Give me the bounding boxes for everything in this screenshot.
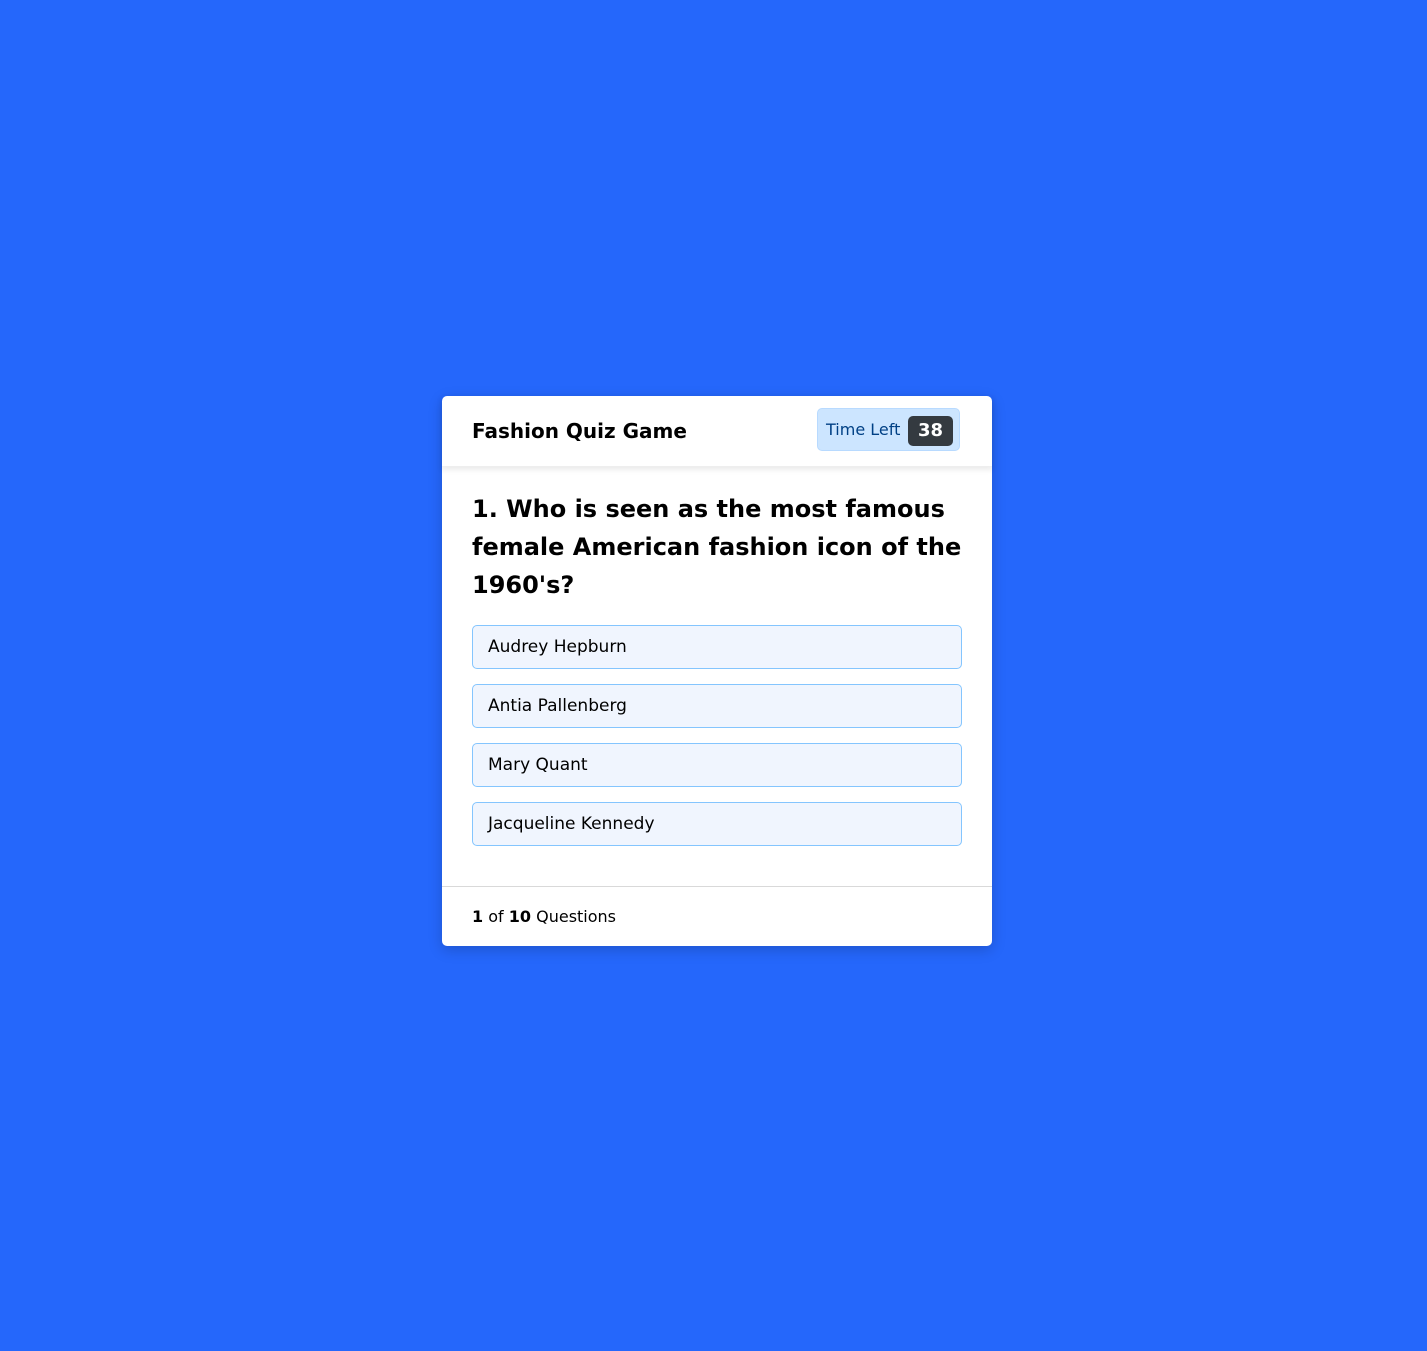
question-text: 1. Who is seen as the most famous female… [472,495,962,599]
question-counter: 1 of 10 Questions [472,887,616,946]
quiz-title: Fashion Quiz Game [472,419,687,443]
total-question-number: 10 [508,907,532,926]
quiz-footer: 1 of 10 Questions [442,886,992,946]
option-list: Audrey Hepburn Antia Pallenberg Mary Qua… [472,625,962,861]
timer-label: Time Left [826,420,901,439]
timer-seconds: 38 [908,416,953,446]
current-question-number: 1 [472,907,484,926]
quiz-header: Fashion Quiz Game Time Left 38 [442,396,992,466]
option-jacqueline-kennedy[interactable]: Jacqueline Kennedy [472,802,962,846]
timer: Time Left 38 [817,408,960,451]
counter-of-text: of [488,907,504,926]
option-mary-quant[interactable]: Mary Quant [472,743,962,787]
option-audrey-hepburn[interactable]: Audrey Hepburn [472,625,962,669]
quiz-box: Fashion Quiz Game Time Left 38 1. Who is… [442,396,992,946]
counter-suffix: Questions [536,907,617,926]
option-antia-pallenberg[interactable]: Antia Pallenberg [472,684,962,728]
